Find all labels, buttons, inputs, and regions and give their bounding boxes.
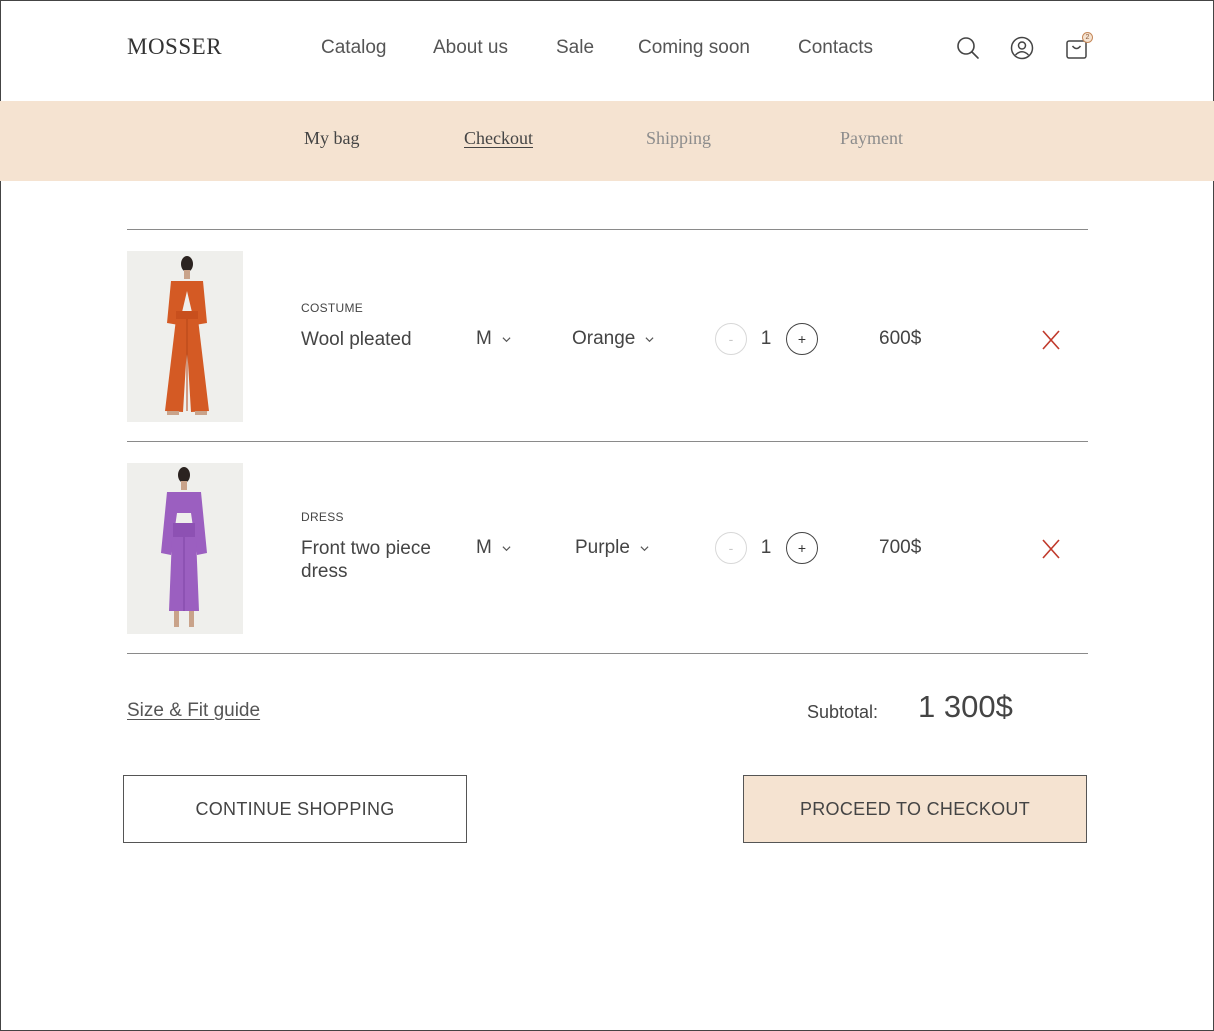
account-icon[interactable]: [1009, 35, 1035, 61]
item-name[interactable]: Front two piece dress: [301, 537, 451, 583]
nav-coming-soon[interactable]: Coming soon: [638, 37, 750, 59]
divider-bottom: [127, 653, 1088, 654]
nav-contacts[interactable]: Contacts: [798, 37, 873, 59]
step-payment[interactable]: Payment: [840, 128, 903, 149]
remove-item-icon[interactable]: [1040, 329, 1062, 351]
chevron-down-icon: [502, 336, 511, 342]
search-icon[interactable]: [955, 35, 981, 61]
brand-logo[interactable]: MOSSER: [127, 34, 222, 60]
nav-catalog[interactable]: Catalog: [321, 37, 387, 59]
product-image-costume[interactable]: [127, 251, 243, 422]
chevron-down-icon: [502, 545, 511, 551]
chevron-down-icon: [640, 545, 649, 551]
step-my-bag[interactable]: My bag: [304, 128, 360, 149]
size-value: M: [476, 328, 492, 349]
item-category: DRESS: [301, 510, 344, 524]
color-value: Purple: [575, 537, 630, 558]
item-category: COSTUME: [301, 301, 364, 315]
divider-top: [127, 229, 1088, 230]
step-shipping[interactable]: Shipping: [646, 128, 711, 149]
subtotal-label: Subtotal:: [807, 702, 879, 722]
item-price: 600$: [879, 328, 922, 349]
size-value: M: [476, 537, 492, 558]
nav-sale[interactable]: Sale: [556, 37, 594, 59]
size-select[interactable]: M: [476, 537, 511, 559]
proceed-to-checkout-button[interactable]: PROCEED TO CHECKOUT: [743, 775, 1087, 843]
step-checkout[interactable]: Checkout: [464, 128, 533, 149]
cart-count-badge: 2: [1082, 32, 1093, 43]
item-price: 700$: [879, 537, 922, 558]
quantity-value: 1: [760, 328, 772, 349]
remove-item-icon[interactable]: [1040, 538, 1062, 560]
increase-quantity-button[interactable]: +: [786, 323, 818, 355]
size-fit-guide-link[interactable]: Size & Fit guide: [127, 700, 260, 722]
item-name[interactable]: Wool pleated: [301, 328, 451, 351]
color-select[interactable]: Purple: [575, 537, 649, 559]
quantity-value: 1: [760, 537, 772, 558]
product-image-dress[interactable]: [127, 463, 243, 634]
decrease-quantity-button[interactable]: -: [715, 532, 747, 564]
checkout-steps-bar: My bag Checkout Shipping Payment: [0, 101, 1214, 181]
color-value: Orange: [572, 328, 636, 349]
subtotal-value: 1 300$: [918, 689, 1013, 724]
color-select[interactable]: Orange: [572, 328, 654, 350]
nav-about-us[interactable]: About us: [433, 37, 508, 59]
size-select[interactable]: M: [476, 328, 511, 350]
increase-quantity-button[interactable]: +: [786, 532, 818, 564]
continue-shopping-button[interactable]: CONTINUE SHOPPING: [123, 775, 467, 843]
divider-middle: [127, 441, 1088, 442]
chevron-down-icon: [645, 336, 654, 342]
decrease-quantity-button[interactable]: -: [715, 323, 747, 355]
